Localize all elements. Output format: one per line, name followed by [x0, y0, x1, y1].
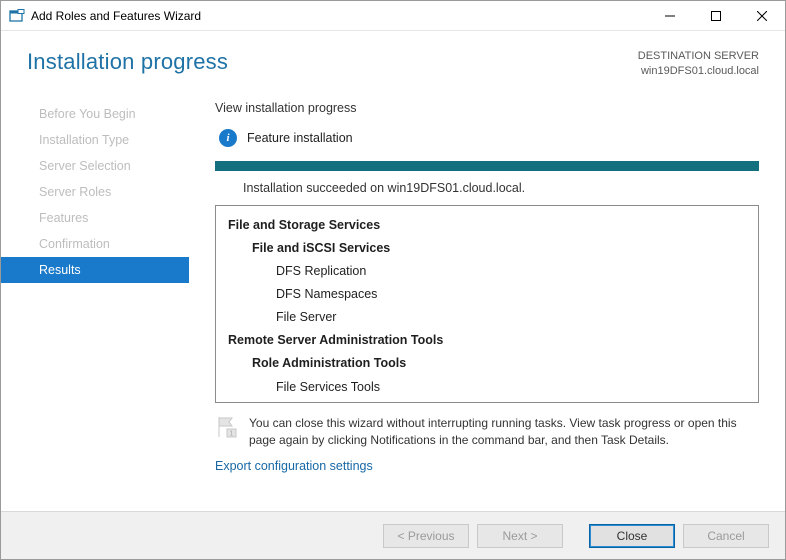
step-confirmation: Confirmation: [1, 231, 189, 257]
step-features: Features: [1, 205, 189, 231]
tree-node: File and iSCSI Services: [228, 237, 746, 260]
footer: < Previous Next > Close Cancel: [1, 511, 785, 559]
header: Installation progress DESTINATION SERVER…: [1, 31, 785, 91]
maximize-button[interactable]: [693, 1, 739, 31]
svg-text:1: 1: [229, 430, 233, 437]
features-tree[interactable]: File and Storage Services File and iSCSI…: [215, 205, 759, 403]
note-row: 1 You can close this wizard without inte…: [215, 415, 759, 450]
body: Before You Begin Installation Type Serve…: [1, 91, 785, 511]
succeeded-text: Installation succeeded on win19DFS01.clo…: [243, 181, 759, 195]
app-icon: [9, 8, 25, 24]
step-installation-type: Installation Type: [1, 127, 189, 153]
window-title: Add Roles and Features Wizard: [31, 9, 201, 23]
close-button[interactable]: Close: [589, 524, 675, 548]
note-text: You can close this wizard without interr…: [249, 415, 759, 450]
status-text: Feature installation: [247, 131, 353, 145]
tree-node: File and Storage Services: [228, 214, 746, 237]
next-button: Next >: [477, 524, 563, 548]
progress-bar: [215, 161, 759, 171]
destination-label: DESTINATION SERVER: [638, 49, 759, 64]
status-row: i Feature installation: [215, 129, 759, 147]
flag-icon: 1: [215, 415, 239, 439]
info-icon: i: [219, 129, 237, 147]
export-config-link[interactable]: Export configuration settings: [215, 459, 759, 473]
wizard-window: Add Roles and Features Wizard Installati…: [0, 0, 786, 560]
step-results[interactable]: Results: [1, 257, 189, 283]
tree-node: File Services Tools: [228, 376, 746, 399]
tree-node: DFS Management Tools: [228, 399, 746, 403]
minimize-button[interactable]: [647, 1, 693, 31]
sidebar: Before You Begin Installation Type Serve…: [1, 91, 189, 511]
cancel-button: Cancel: [683, 524, 769, 548]
destination-value: win19DFS01.cloud.local: [638, 64, 759, 79]
tree-node: Role Administration Tools: [228, 352, 746, 375]
tree-node: DFS Namespaces: [228, 283, 746, 306]
step-before-you-begin: Before You Begin: [1, 101, 189, 127]
content-heading: View installation progress: [215, 101, 759, 115]
step-server-roles: Server Roles: [1, 179, 189, 205]
destination-server: DESTINATION SERVER win19DFS01.cloud.loca…: [638, 49, 759, 79]
tree-node: DFS Replication: [228, 260, 746, 283]
step-server-selection: Server Selection: [1, 153, 189, 179]
tree-node: File Server: [228, 306, 746, 329]
titlebar: Add Roles and Features Wizard: [1, 1, 785, 31]
content: View installation progress i Feature ins…: [189, 91, 785, 511]
tree-node: Remote Server Administration Tools: [228, 329, 746, 352]
progress-fill: [215, 161, 759, 171]
page-title: Installation progress: [27, 49, 228, 75]
previous-button: < Previous: [383, 524, 469, 548]
close-window-button[interactable]: [739, 1, 785, 31]
